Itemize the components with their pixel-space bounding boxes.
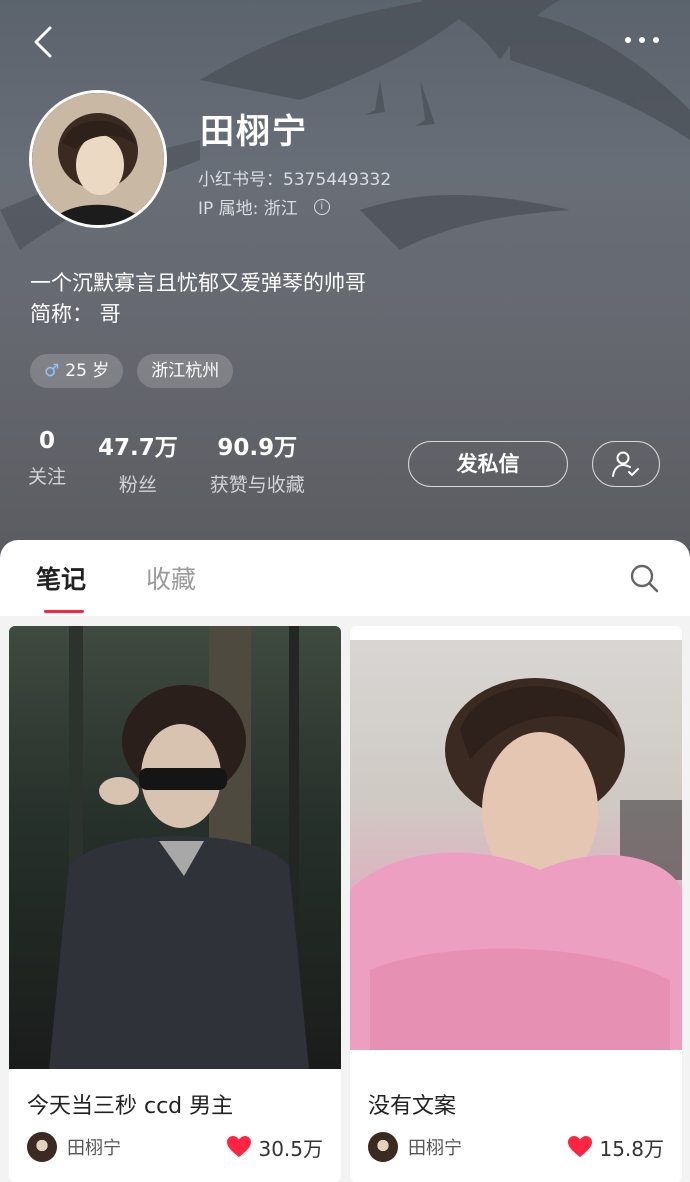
profile-bio: 一个沉默寡言且忧郁又爱弹琴的帅哥 简称： 哥 bbox=[30, 268, 366, 330]
user-check-icon bbox=[612, 451, 639, 477]
search-icon bbox=[630, 564, 659, 593]
photo-illustration bbox=[49, 626, 309, 1069]
note-footer: 田栩宁 15.8万 bbox=[368, 1132, 664, 1162]
more-dots-icon bbox=[625, 37, 659, 43]
ip-location-text: IP 属地: 浙江 bbox=[198, 199, 298, 219]
stat-label: 粉丝 bbox=[118, 474, 157, 496]
likes-count: 15.8万 bbox=[599, 1136, 664, 1161]
note-cover-image[interactable] bbox=[9, 626, 341, 1069]
author-avatar bbox=[27, 1132, 57, 1162]
note-title: 没有文案 bbox=[368, 1094, 457, 1119]
stat-label: 获赞与收藏 bbox=[209, 474, 305, 496]
stat-followers[interactable]: 47.7万 粉丝 bbox=[98, 428, 178, 497]
profile-tags: ♂ 25 岁 浙江杭州 bbox=[30, 354, 234, 388]
tab-notes[interactable]: 笔记 bbox=[36, 560, 86, 613]
search-button[interactable] bbox=[628, 562, 660, 594]
send-message-button[interactable]: 发私信 bbox=[408, 441, 568, 487]
bio-line: 一个沉默寡言且忧郁又爱弹琴的帅哥 bbox=[30, 271, 366, 295]
info-icon[interactable]: i bbox=[313, 198, 330, 215]
note-card[interactable]: 没有文案 田栩宁 15.8万 bbox=[350, 626, 682, 1182]
author-name: 田栩宁 bbox=[67, 1138, 121, 1159]
author-name: 田栩宁 bbox=[408, 1138, 462, 1159]
avatar-portrait-icon bbox=[32, 93, 164, 225]
note-title: 今天当三秒 ccd 男主 bbox=[27, 1094, 234, 1119]
heart-icon bbox=[227, 1136, 252, 1157]
stat-label: 关注 bbox=[28, 466, 67, 488]
ip-location: IP 属地: 浙江 i bbox=[198, 194, 330, 219]
note-author[interactable]: 田栩宁 bbox=[368, 1132, 462, 1162]
note-likes[interactable]: 30.5万 bbox=[226, 1133, 323, 1162]
stat-following[interactable]: 0 关注 bbox=[28, 428, 66, 497]
stat-value: 90.9万 bbox=[217, 435, 298, 461]
likes-count: 30.5万 bbox=[258, 1136, 323, 1161]
profile-stats: 0 关注 47.7万 粉丝 90.9万 获赞与收藏 bbox=[28, 428, 305, 497]
note-card[interactable]: 今天当三秒 ccd 男主 田栩宁 30.5万 bbox=[9, 626, 341, 1182]
age-tag: ♂ 25 岁 bbox=[30, 354, 124, 388]
male-icon: ♂ bbox=[44, 361, 60, 381]
stat-likes-collections[interactable]: 90.9万 获赞与收藏 bbox=[210, 428, 305, 497]
back-button[interactable] bbox=[28, 24, 60, 60]
photo-illustration bbox=[350, 678, 682, 1050]
heart-icon bbox=[568, 1136, 593, 1157]
note-cover-image[interactable] bbox=[350, 640, 682, 1050]
stat-value: 47.7万 bbox=[98, 435, 178, 461]
xhs-id: 小红书号：5375449332 bbox=[198, 170, 392, 190]
note-footer: 田栩宁 30.5万 bbox=[27, 1132, 323, 1162]
content-panel: 笔记 收藏 今天当三秒 ccd 男主 田栩宁 30.5万 没有文案 田栩宁 15… bbox=[0, 540, 690, 1182]
age-tag-label: 25 岁 bbox=[65, 361, 110, 381]
profile-header: 田栩宁 小红书号：5375449332 IP 属地: 浙江 i 一个沉默寡言且忧… bbox=[0, 0, 690, 560]
profile-name: 田栩宁 bbox=[200, 112, 308, 152]
note-author[interactable]: 田栩宁 bbox=[27, 1132, 121, 1162]
avatar[interactable] bbox=[29, 90, 167, 228]
content-tabs: 笔记 收藏 bbox=[36, 560, 196, 613]
author-avatar bbox=[368, 1132, 398, 1162]
city-tag-label: 浙江杭州 bbox=[151, 361, 220, 381]
stat-value: 0 bbox=[39, 428, 56, 454]
chevron-left-icon bbox=[34, 26, 52, 58]
more-button[interactable] bbox=[622, 30, 662, 50]
note-likes[interactable]: 15.8万 bbox=[567, 1133, 664, 1162]
follow-status-button[interactable] bbox=[592, 441, 660, 487]
tab-collections[interactable]: 收藏 bbox=[146, 560, 196, 596]
bio-line: 简称： 哥 bbox=[30, 302, 121, 326]
city-tag: 浙江杭州 bbox=[137, 354, 234, 388]
